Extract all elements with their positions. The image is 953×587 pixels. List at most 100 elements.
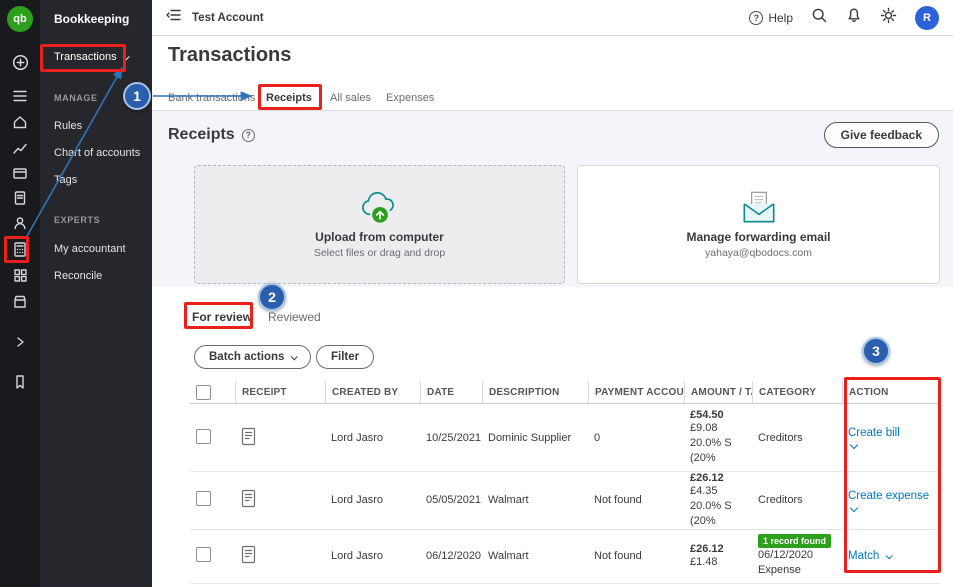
receipts-panel: Receipts ? Give feedback Upload from com… [152,111,953,287]
quickbooks-app: qb [0,0,953,587]
table-row[interactable]: Lord Jasro 05/05/2021 Walmart Not found … [190,472,940,530]
give-feedback-button[interactable]: Give feedback [824,122,939,148]
commerce-icon[interactable] [0,289,40,313]
cell-action: Create expense [842,490,940,511]
apps-icon[interactable] [0,263,40,287]
action-dropdown-chevron-icon[interactable] [850,441,858,449]
manage-forwarding-email-card[interactable]: Manage forwarding email yahaya@qbodocs.c… [577,165,940,284]
sidebar-item-reconcile[interactable]: Reconcile [54,270,102,282]
cell-category: 1 record found 06/12/2020 Expense [752,534,842,579]
sidebar-item-transactions[interactable]: Transactions [54,51,128,63]
customers-icon[interactable] [0,211,40,235]
home-icon[interactable] [0,110,40,134]
col-payment-account[interactable]: PAYMENT ACCOUNT [588,381,684,403]
cell-date: 10/25/2021 [420,432,482,444]
help-icon: ? [749,11,763,25]
forwarding-email-icon [738,190,780,224]
filter-button[interactable]: Filter [316,345,374,369]
cloud-upload-icon [357,190,403,224]
cell-description: Walmart [482,550,588,562]
row-checkbox[interactable] [196,491,211,506]
table-header-row: RECEIPT CREATED BY DATE DESCRIPTION PAYM… [190,381,940,404]
settings-gear-icon[interactable] [880,7,897,29]
account-name[interactable]: Test Account [192,12,264,24]
match-date: 06/12/2020 [758,548,842,563]
cell-created-by: Lord Jasro [325,432,420,444]
sidebar-item-chart-of-accounts[interactable]: Chart of accounts [54,147,140,159]
select-all-checkbox[interactable] [196,385,211,400]
cell-action: Create bill [842,427,940,448]
action-dropdown-chevron-icon[interactable] [886,552,893,559]
qb-logo[interactable]: qb [7,6,33,32]
menu-icon[interactable] [0,84,40,108]
subtab-for-review[interactable]: For review [192,310,252,324]
col-receipt[interactable]: RECEIPT [235,381,325,403]
email-card-title: Manage forwarding email [686,230,830,244]
batch-actions-button[interactable]: Batch actions [194,345,311,369]
receipts-heading: Receipts ? [168,126,255,144]
main-content: Test Account ? Help R Transactions Ban [152,0,953,587]
record-found-badge: 1 record found [758,534,831,548]
row-checkbox[interactable] [196,429,211,444]
sidebar-item-rules[interactable]: Rules [54,120,82,132]
payments-icon[interactable] [0,161,40,185]
col-category[interactable]: CATEGORY [752,381,842,403]
cell-date: 05/05/2021 [420,494,482,506]
collapse-nav-icon[interactable] [166,8,182,27]
upload-from-computer-card[interactable]: Upload from computer Select files or dra… [194,165,565,284]
accounting-icon[interactable] [0,237,40,261]
row-checkbox[interactable] [196,547,211,562]
notifications-bell-icon[interactable] [846,7,862,29]
receipt-document-icon[interactable] [235,427,325,449]
col-date[interactable]: DATE [420,381,482,403]
cell-description: Dominic Supplier [482,432,588,444]
cell-category: Creditors [752,494,842,506]
user-avatar[interactable]: R [915,6,939,30]
search-icon[interactable] [811,7,828,29]
icon-rail: qb [0,0,40,587]
tab-bank-transactions[interactable]: Bank transactions [168,92,255,104]
bookkeeping-sidebar: Bookkeeping Transactions MANAGE Rules Ch… [40,0,152,587]
create-expense-link[interactable]: Create expense [848,490,929,502]
cell-amount-tax: £26.12 £1.48 [684,543,752,570]
plus-icon[interactable] [0,50,40,74]
cell-amount-tax: £54.50 £9.08 20.0% S (20% [684,409,752,466]
bookmark-icon[interactable] [0,370,40,394]
action-dropdown-chevron-icon[interactable] [850,504,858,512]
tab-expenses[interactable]: Expenses [386,92,434,104]
table-row[interactable]: Lord Jasro 06/12/2020 Walmart Not found … [190,530,940,584]
match-type: Expense [758,563,842,578]
cell-action: Match [842,550,940,562]
cell-date: 06/12/2020 [420,550,482,562]
forwarding-email-address: yahaya@qbodocs.com [705,247,812,259]
cell-created-by: Lord Jasro [325,494,420,506]
table-row[interactable]: Lord Jasro 10/25/2021 Dominic Supplier 0… [190,404,940,472]
match-link[interactable]: Match [848,550,879,562]
info-icon[interactable]: ? [242,129,255,142]
cell-payment-account: Not found [588,494,684,506]
trends-icon[interactable] [0,136,40,160]
invoices-icon[interactable] [0,186,40,210]
col-amount-tax[interactable]: AMOUNT / TAX [684,381,752,403]
receipt-document-icon[interactable] [235,489,325,511]
expand-chevron-icon[interactable] [0,330,40,354]
subtab-reviewed[interactable]: Reviewed [268,310,321,324]
cell-amount-tax: £26.12 £4.35 20.0% S (20% [684,472,752,529]
upload-card-title: Upload from computer [315,230,444,244]
receipt-document-icon[interactable] [235,545,325,567]
col-action[interactable]: ACTION [842,381,940,403]
sidebar-item-tags[interactable]: Tags [54,174,77,186]
cell-description: Walmart [482,494,588,506]
cell-payment-account: 0 [588,432,684,444]
receipts-table: RECEIPT CREATED BY DATE DESCRIPTION PAYM… [190,381,940,584]
tab-all-sales[interactable]: All sales [330,92,371,104]
col-description[interactable]: DESCRIPTION [482,381,588,403]
page-title: Transactions [168,44,291,67]
sidebar-item-my-accountant[interactable]: My accountant [54,243,126,255]
tab-receipts[interactable]: Receipts [266,92,312,104]
create-bill-link[interactable]: Create bill [848,427,900,439]
help-button[interactable]: ? Help [749,11,793,25]
col-created-by[interactable]: CREATED BY [325,381,420,403]
sidebar-heading-experts: EXPERTS [54,215,100,225]
sidebar-title: Bookkeeping [54,12,129,26]
